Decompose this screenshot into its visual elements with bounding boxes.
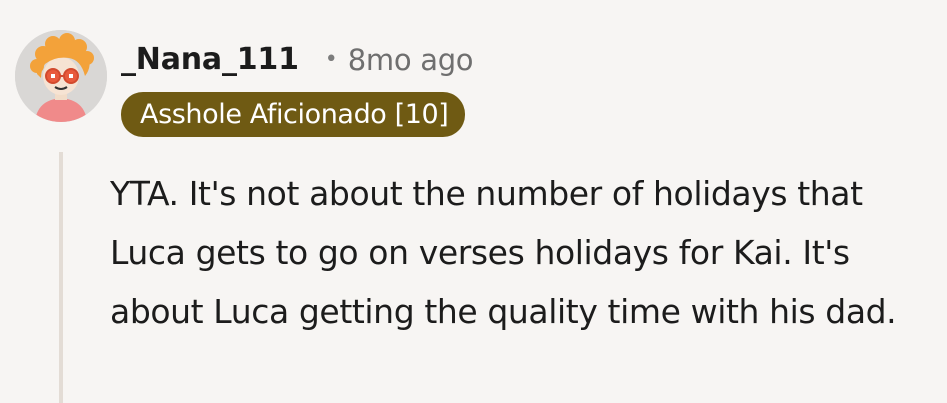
user-avatar-icon[interactable] (15, 30, 107, 122)
thread-line[interactable] (59, 152, 63, 403)
username-link[interactable]: _Nana_111 (121, 38, 299, 82)
comment-body: YTA. It's not about the number of holida… (110, 174, 897, 331)
timestamp[interactable]: 8mo ago (348, 38, 474, 82)
avatar-illustration (15, 30, 107, 122)
separator-dot: • (324, 47, 338, 72)
comment-header: _Nana_111 • 8mo ago (121, 38, 474, 82)
comment: _Nana_111 • 8mo ago Asshole Aficionado [… (0, 0, 947, 403)
user-flair-badge: Asshole Aficionado [10] (121, 92, 466, 137)
